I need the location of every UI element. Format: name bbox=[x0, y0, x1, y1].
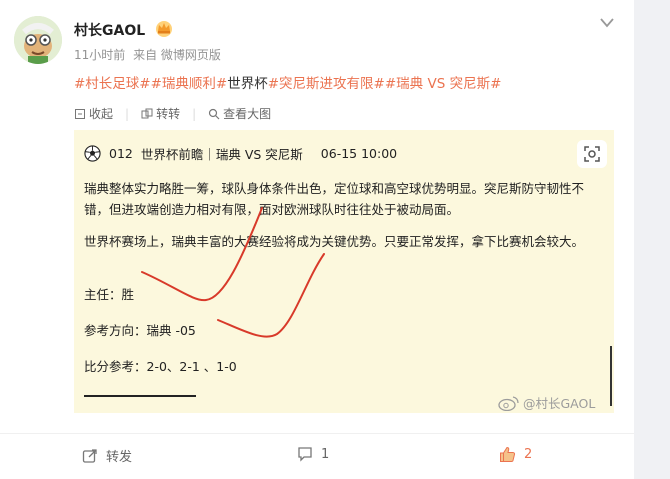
like-count: 2 bbox=[524, 447, 533, 462]
post-source: 来自 微博网页版 bbox=[133, 48, 221, 62]
collapse-label: 收起 bbox=[89, 107, 114, 121]
weibo-logo-icon bbox=[498, 395, 519, 411]
view-large-label: 查看大图 bbox=[223, 107, 272, 121]
author-name[interactable]: 村长GAOL bbox=[74, 20, 145, 40]
comment-count: 1 bbox=[321, 446, 330, 462]
collapse-icon bbox=[75, 108, 85, 119]
image-watermark: @村长GAOL bbox=[498, 393, 595, 412]
view-large-button[interactable]: 查看大图 bbox=[208, 105, 271, 122]
topic-link[interactable]: #瑞典 VS 突尼斯# bbox=[385, 76, 502, 92]
post-image[interactable]: 012 世界杯前瞻｜瑞典 VS 突尼斯 06-15 10:00 瑞典整体实力略胜… bbox=[74, 130, 614, 413]
post-time[interactable]: 11小时前 bbox=[74, 48, 125, 62]
rotate-button[interactable]: 转转 bbox=[141, 105, 180, 122]
share-icon bbox=[82, 448, 97, 463]
post-footer: 转发 1 2 bbox=[0, 433, 634, 479]
weibo-post-card: 村长GAOL 11小时前 来自 微博网页版 #村长足球##瑞典顺利#世界杯#突尼… bbox=[0, 0, 634, 479]
chevron-down-icon[interactable] bbox=[598, 16, 616, 30]
rotate-label: 转转 bbox=[156, 107, 181, 121]
topic-link[interactable]: #村长足球# bbox=[74, 76, 151, 92]
share-label: 转发 bbox=[106, 450, 133, 465]
share-button[interactable]: 转发 bbox=[82, 446, 132, 465]
thumbs-up-icon bbox=[500, 446, 516, 462]
collapse-button[interactable]: 收起 bbox=[74, 105, 113, 122]
post-text: #村长足球##瑞典顺利#世界杯#突尼斯进攻有限##瑞典 VS 突尼斯# bbox=[74, 72, 501, 92]
image-toolbar: 收起 | 转转 | 查看大图 bbox=[74, 105, 271, 122]
like-button[interactable]: 2 bbox=[499, 446, 532, 463]
magnify-icon bbox=[209, 108, 220, 119]
watermark-text: @村长GAOL bbox=[523, 396, 596, 411]
post-meta: 11小时前 来自 微博网页版 bbox=[74, 46, 221, 63]
vip-crown-icon[interactable] bbox=[154, 19, 174, 37]
comment-icon bbox=[298, 447, 312, 462]
annotation-stroke bbox=[141, 207, 263, 302]
scrollbar-track[interactable] bbox=[634, 0, 670, 479]
rotate-icon bbox=[141, 108, 153, 118]
comment-button[interactable]: 1 bbox=[297, 446, 329, 462]
topic-link[interactable]: #瑞典顺利# bbox=[151, 76, 228, 92]
avatar[interactable] bbox=[14, 16, 62, 64]
plain-text: 世界杯 bbox=[227, 76, 268, 92]
topic-link[interactable]: #突尼斯进攻有限# bbox=[268, 76, 385, 92]
annotation-stroke bbox=[217, 253, 325, 338]
handwritten-strokes bbox=[141, 207, 325, 338]
